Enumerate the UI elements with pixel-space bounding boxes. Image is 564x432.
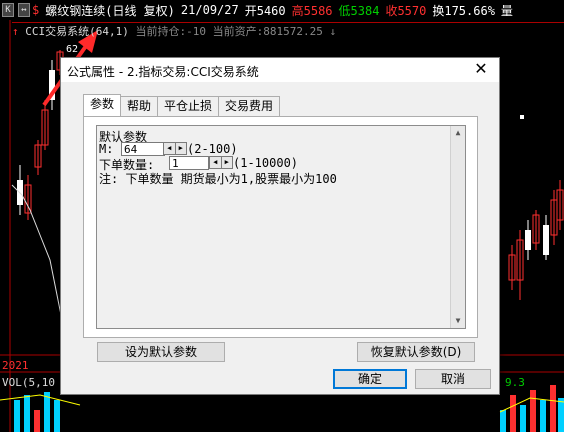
left-arrow-icon[interactable]: ◀ — [164, 143, 176, 154]
left-arrow-icon[interactable]: ◀ — [210, 157, 222, 168]
right-arrow-icon[interactable]: ▶ — [176, 143, 187, 154]
current-assets: 当前资产:881572.25 — [212, 25, 323, 38]
k-icon[interactable]: K — [2, 3, 14, 17]
tab-stop-loss[interactable]: 平仓止损 — [157, 96, 220, 116]
ok-button[interactable]: 确定 — [333, 369, 407, 389]
m-range: (2-100) — [187, 142, 238, 156]
m-input[interactable] — [121, 142, 165, 156]
low-price: 低5384 — [338, 3, 380, 18]
dialog-titlebar[interactable]: 公式属性 - 2.指标交易:CCI交易系统 ✕ — [61, 58, 499, 82]
close-icon[interactable]: ✕ — [469, 59, 493, 79]
close-price: 收5570 — [385, 3, 427, 18]
current-position: 当前持仓:-10 — [135, 25, 206, 38]
scroll-down-icon[interactable]: ▼ — [451, 314, 465, 328]
params-note: 注: 下单数量 期货最小为1,股票最小为100 — [99, 172, 337, 186]
set-default-button[interactable]: 设为默认参数 — [97, 342, 225, 362]
quote-date: 21/09/27 — [180, 3, 239, 17]
tab-bar: 参数 帮助 平仓止损 交易费用 — [83, 94, 281, 116]
qty-range: (1-10000) — [233, 156, 299, 170]
arrow-icon[interactable]: ↔ — [18, 3, 30, 17]
cancel-button[interactable]: 取消 — [415, 369, 491, 389]
year-label: 2021 — [2, 359, 29, 372]
strategy-name[interactable]: CCI交易系统(64,1) — [25, 25, 129, 38]
dialog-title: 公式属性 - 2.指标交易:CCI交易系统 — [67, 65, 259, 79]
scroll-up-icon[interactable]: ▲ — [451, 126, 465, 140]
volume-label: 量 — [500, 3, 513, 18]
vertical-scrollbar[interactable]: ▲ ▼ — [450, 126, 465, 328]
restore-default-button[interactable]: 恢复默认参数(D) — [357, 342, 475, 362]
right-arrow-icon[interactable]: ▶ — [222, 157, 233, 168]
m-stepper[interactable]: ◀ ▶ — [163, 142, 187, 155]
indicator-value: 9.3 — [505, 376, 525, 389]
open-price: 开5460 — [244, 3, 286, 18]
tab-panel: 默认参数 M: ◀▶ (2-100) 下单数量: ◀▶ (1-10000) 注:… — [83, 116, 478, 338]
tab-help[interactable]: 帮助 — [120, 96, 159, 116]
turnover: 换175.66% — [432, 3, 495, 18]
price-label: 62 — [66, 44, 79, 55]
down-arrow-icon: ↓ — [329, 25, 337, 38]
high-price: 高5586 — [291, 3, 333, 18]
params-area: 默认参数 M: ◀▶ (2-100) 下单数量: ◀▶ (1-10000) 注:… — [96, 125, 466, 329]
dollar-icon: $ — [32, 3, 40, 17]
qty-stepper[interactable]: ◀ ▶ — [209, 156, 233, 169]
quote-bar: K ↔ $ 螺纹钢连续(日线 复权) 21/09/27 开5460 高5586 … — [0, 0, 564, 20]
formula-properties-dialog: 公式属性 - 2.指标交易:CCI交易系统 ✕ 参数 帮助 平仓止损 交易费用 … — [60, 57, 500, 395]
qty-input[interactable] — [169, 156, 209, 170]
tab-params[interactable]: 参数 — [83, 94, 122, 116]
volume-indicator-label: VOL(5,10 — [2, 376, 55, 389]
instrument-title: 螺纹钢连续(日线 复权) — [45, 3, 175, 18]
m-label: M: — [99, 142, 114, 156]
up-arrow-icon: ↑ — [12, 25, 19, 38]
tab-trading-fees[interactable]: 交易费用 — [218, 96, 281, 116]
strategy-bar: ↑ CCI交易系统(64,1) 当前持仓:-10 当前资产:881572.25 … — [12, 22, 564, 39]
